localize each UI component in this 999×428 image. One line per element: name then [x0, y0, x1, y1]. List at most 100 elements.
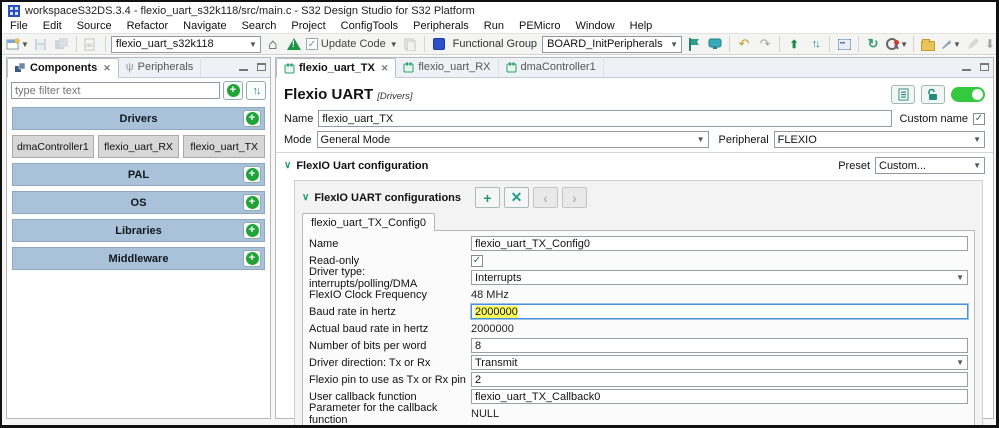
- external-tools-icon[interactable]: ▼: [940, 35, 961, 53]
- menu-source[interactable]: Source: [77, 20, 112, 32]
- project-selector[interactable]: flexio_uart_s32k118 ▼: [110, 35, 261, 53]
- svg-text:ab: ab: [86, 43, 93, 49]
- add-pal-button[interactable]: +: [243, 166, 261, 183]
- editor-tab-flexio-uart-rx[interactable]: flexio_uart_RX: [396, 57, 499, 77]
- baud-rate-input[interactable]: 2000000: [471, 304, 968, 319]
- new-wizard-icon[interactable]: ▼: [6, 35, 29, 53]
- bits-per-word-input[interactable]: 8: [471, 338, 968, 353]
- component-enabled-toggle[interactable]: [951, 87, 985, 102]
- search-icon[interactable]: ▼: [885, 35, 908, 53]
- category-libraries[interactable]: Libraries +: [12, 219, 265, 242]
- remove-config-button[interactable]: ✕: [504, 187, 530, 208]
- form-row-driver-type: Driver type: interrupts/polling/DMA Inte…: [309, 266, 968, 290]
- sort-components-button[interactable]: ↑↓: [246, 81, 266, 100]
- peripheral-label: Peripheral: [718, 133, 769, 146]
- menu-window[interactable]: Window: [576, 20, 615, 32]
- open-folder-icon[interactable]: [919, 35, 937, 53]
- flexio-pin-input[interactable]: 2: [471, 372, 968, 387]
- move-config-right-button: ›: [562, 187, 588, 208]
- new-wizard-caret-icon[interactable]: ▼: [21, 40, 29, 49]
- peripherals-view-icon[interactable]: [706, 35, 724, 53]
- sort-icon[interactable]: ↑↓: [806, 35, 824, 53]
- flag-icon[interactable]: [685, 35, 703, 53]
- form-row-actual-baud: Actual baud rate in hertz 2000000: [309, 322, 514, 335]
- chevron-down-icon[interactable]: ∨: [302, 192, 309, 203]
- component-flexio-uart-tx[interactable]: flexio_uart_TX: [183, 135, 266, 158]
- name-label: Name: [284, 112, 314, 125]
- app-icon: [8, 4, 20, 17]
- undo-icon[interactable]: ↶: [735, 35, 753, 53]
- maximize-view-icon[interactable]: [255, 61, 267, 73]
- editor-tab-flexio-uart-tx[interactable]: flexio_uart_TX ✕: [276, 58, 397, 78]
- menu-help[interactable]: Help: [630, 20, 653, 32]
- import-icon[interactable]: ⬆: [785, 35, 803, 53]
- form-row-baud-rate: Baud rate in hertz 2000000: [309, 303, 968, 320]
- editor-tab-dmacontroller1[interactable]: dmaController1: [499, 57, 604, 77]
- menu-peripherals[interactable]: Peripherals: [413, 20, 469, 32]
- component-flexio-uart-rx[interactable]: flexio_uart_RX: [97, 135, 180, 158]
- update-code-button[interactable]: ✓ Update Code ▼: [305, 35, 398, 53]
- tab-peripherals[interactable]: ψ Peripherals: [119, 57, 202, 77]
- callback-function-input[interactable]: flexio_uart_TX_Callback0: [471, 389, 968, 404]
- add-middleware-button[interactable]: +: [243, 250, 261, 267]
- mode-label: Mode: [284, 133, 312, 146]
- driver-type-select[interactable]: Interrupts ▼: [471, 270, 968, 285]
- peripheral-select[interactable]: FLEXIO ▼: [773, 131, 985, 148]
- save-icon: [32, 35, 50, 53]
- form-row-bits-per-word: Number of bits per word 8: [309, 337, 968, 354]
- component-dmacontroller1[interactable]: dmaController1: [12, 135, 94, 158]
- validate-warning-icon[interactable]: [285, 35, 303, 53]
- name-input[interactable]: [318, 110, 892, 127]
- configurations-header: ∨ FlexIO UART configurations + ✕ ‹ ›: [302, 187, 975, 208]
- add-config-button[interactable]: +: [475, 187, 501, 208]
- custom-name-checkbox[interactable]: ✓: [973, 112, 985, 125]
- minimize-editor-icon[interactable]: [960, 61, 972, 73]
- menu-search[interactable]: Search: [242, 20, 277, 32]
- preset-label: Preset: [838, 159, 870, 172]
- preset-select[interactable]: Custom... ▼: [875, 157, 985, 174]
- config-name-input[interactable]: flexio_uart_TX_Config0: [471, 236, 968, 251]
- mode-select[interactable]: General Mode ▼: [316, 131, 709, 148]
- tab-components[interactable]: Components ✕: [7, 58, 119, 78]
- add-driver-button[interactable]: +: [243, 110, 261, 127]
- menu-refactor[interactable]: Refactor: [127, 20, 169, 32]
- config-tab[interactable]: flexio_uart_TX_Config0: [302, 213, 435, 231]
- component-tab-icon: [506, 62, 517, 72]
- console-icon[interactable]: [835, 35, 853, 53]
- menu-run[interactable]: Run: [484, 20, 504, 32]
- menu-navigate[interactable]: Navigate: [183, 20, 226, 32]
- functional-group-selector[interactable]: BOARD_InitPeripherals ▼: [542, 35, 683, 53]
- uart-configurations-group: ∨ FlexIO UART configurations + ✕ ‹ › fle…: [294, 180, 983, 425]
- unlock-icon[interactable]: [921, 85, 945, 104]
- menu-configtools[interactable]: ConfigTools: [341, 20, 398, 32]
- menu-pemicro[interactable]: PEMicro: [519, 20, 561, 32]
- refresh-icon[interactable]: ↻: [864, 35, 882, 53]
- add-library-button[interactable]: +: [243, 222, 261, 239]
- add-component-button[interactable]: +: [223, 81, 243, 100]
- workbench: Components ✕ ψ Peripherals + ↑↓: [2, 56, 996, 425]
- editor-panel: flexio_uart_TX ✕ flexio_uart_RX dmaContr…: [275, 57, 994, 425]
- maximize-editor-icon[interactable]: [978, 61, 990, 73]
- minimize-view-icon[interactable]: [237, 61, 249, 73]
- category-os[interactable]: OS +: [12, 191, 265, 214]
- menu-project[interactable]: Project: [291, 20, 325, 32]
- view-registers-button[interactable]: [891, 85, 915, 104]
- home-icon[interactable]: ⌂: [264, 35, 282, 53]
- driver-direction-select[interactable]: Transmit ▼: [471, 355, 968, 370]
- chevron-down-icon[interactable]: ∨: [284, 160, 291, 171]
- category-pal[interactable]: PAL +: [12, 163, 265, 186]
- category-drivers[interactable]: Drivers +: [12, 107, 265, 130]
- menu-edit[interactable]: Edit: [43, 20, 62, 32]
- menu-file[interactable]: File: [10, 20, 28, 32]
- close-icon[interactable]: ✕: [381, 63, 389, 74]
- category-middleware[interactable]: Middleware +: [12, 247, 265, 270]
- close-icon[interactable]: ✕: [103, 63, 111, 74]
- next-annotation-icon: ⬇▼: [984, 37, 996, 51]
- form-row-flexio-pin: Flexio pin to use as Tx or Rx pin 2: [309, 371, 968, 388]
- component-tab-icon: [403, 62, 414, 72]
- add-os-button[interactable]: +: [243, 194, 261, 211]
- filter-input[interactable]: [11, 82, 220, 99]
- readonly-checkbox[interactable]: ✓: [471, 254, 483, 267]
- editor-tabstrip: flexio_uart_TX ✕ flexio_uart_RX dmaContr…: [276, 57, 993, 78]
- config-tabstrip: flexio_uart_TX_Config0: [302, 213, 975, 231]
